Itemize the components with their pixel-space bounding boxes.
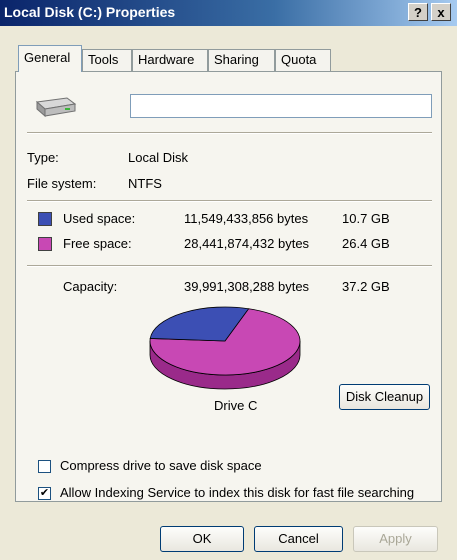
cancel-button[interactable]: Cancel <box>254 526 343 552</box>
capacity-label: Capacity: <box>63 279 118 294</box>
capacity-bytes: 39,991,308,288 bytes <box>184 279 310 294</box>
indexing-label: Allow Indexing Service to index this dis… <box>60 485 415 500</box>
used-space-gb: 10.7 GB <box>342 211 390 226</box>
ok-button[interactable]: OK <box>160 526 244 552</box>
file-system-value: NTFS <box>128 176 162 191</box>
drive-name-input[interactable] <box>130 94 432 118</box>
type-label: Type: <box>27 150 59 165</box>
indexing-checkbox[interactable]: ✔ <box>38 487 51 500</box>
compress-checkbox[interactable] <box>38 460 51 473</box>
tab-hardware[interactable]: Hardware <box>132 49 208 71</box>
free-space-label: Free space: <box>63 236 132 251</box>
tab-quota[interactable]: Quota <box>275 49 331 71</box>
window-title: Local Disk (C:) Properties <box>4 4 176 20</box>
hard-drive-icon <box>35 97 77 118</box>
separator <box>27 132 432 134</box>
disk-cleanup-button[interactable]: Disk Cleanup <box>339 384 430 410</box>
help-button[interactable]: ? <box>408 3 428 21</box>
close-button[interactable]: x <box>431 3 451 21</box>
used-space-label: Used space: <box>63 211 136 226</box>
tab-sharing[interactable]: Sharing <box>208 49 275 71</box>
tab-general[interactable]: General <box>18 45 82 72</box>
separator <box>27 265 432 267</box>
free-space-bytes: 28,441,874,432 bytes <box>184 236 310 251</box>
file-system-label: File system: <box>27 176 97 191</box>
free-space-gb: 26.4 GB <box>342 236 390 251</box>
separator <box>27 200 432 202</box>
capacity-gb: 37.2 GB <box>342 279 390 294</box>
used-space-bytes: 11,549,433,856 bytes <box>184 211 309 226</box>
title-bar: Local Disk (C:) Properties ? x <box>0 0 457 26</box>
tab-tools[interactable]: Tools <box>82 49 132 71</box>
apply-button[interactable]: Apply <box>353 526 438 552</box>
compress-label: Compress drive to save disk space <box>60 458 262 473</box>
free-space-swatch <box>38 237 52 251</box>
drive-label: Drive C <box>214 398 258 413</box>
used-space-swatch <box>38 212 52 226</box>
type-value: Local Disk <box>128 150 188 165</box>
disk-usage-pie-chart <box>149 306 301 390</box>
